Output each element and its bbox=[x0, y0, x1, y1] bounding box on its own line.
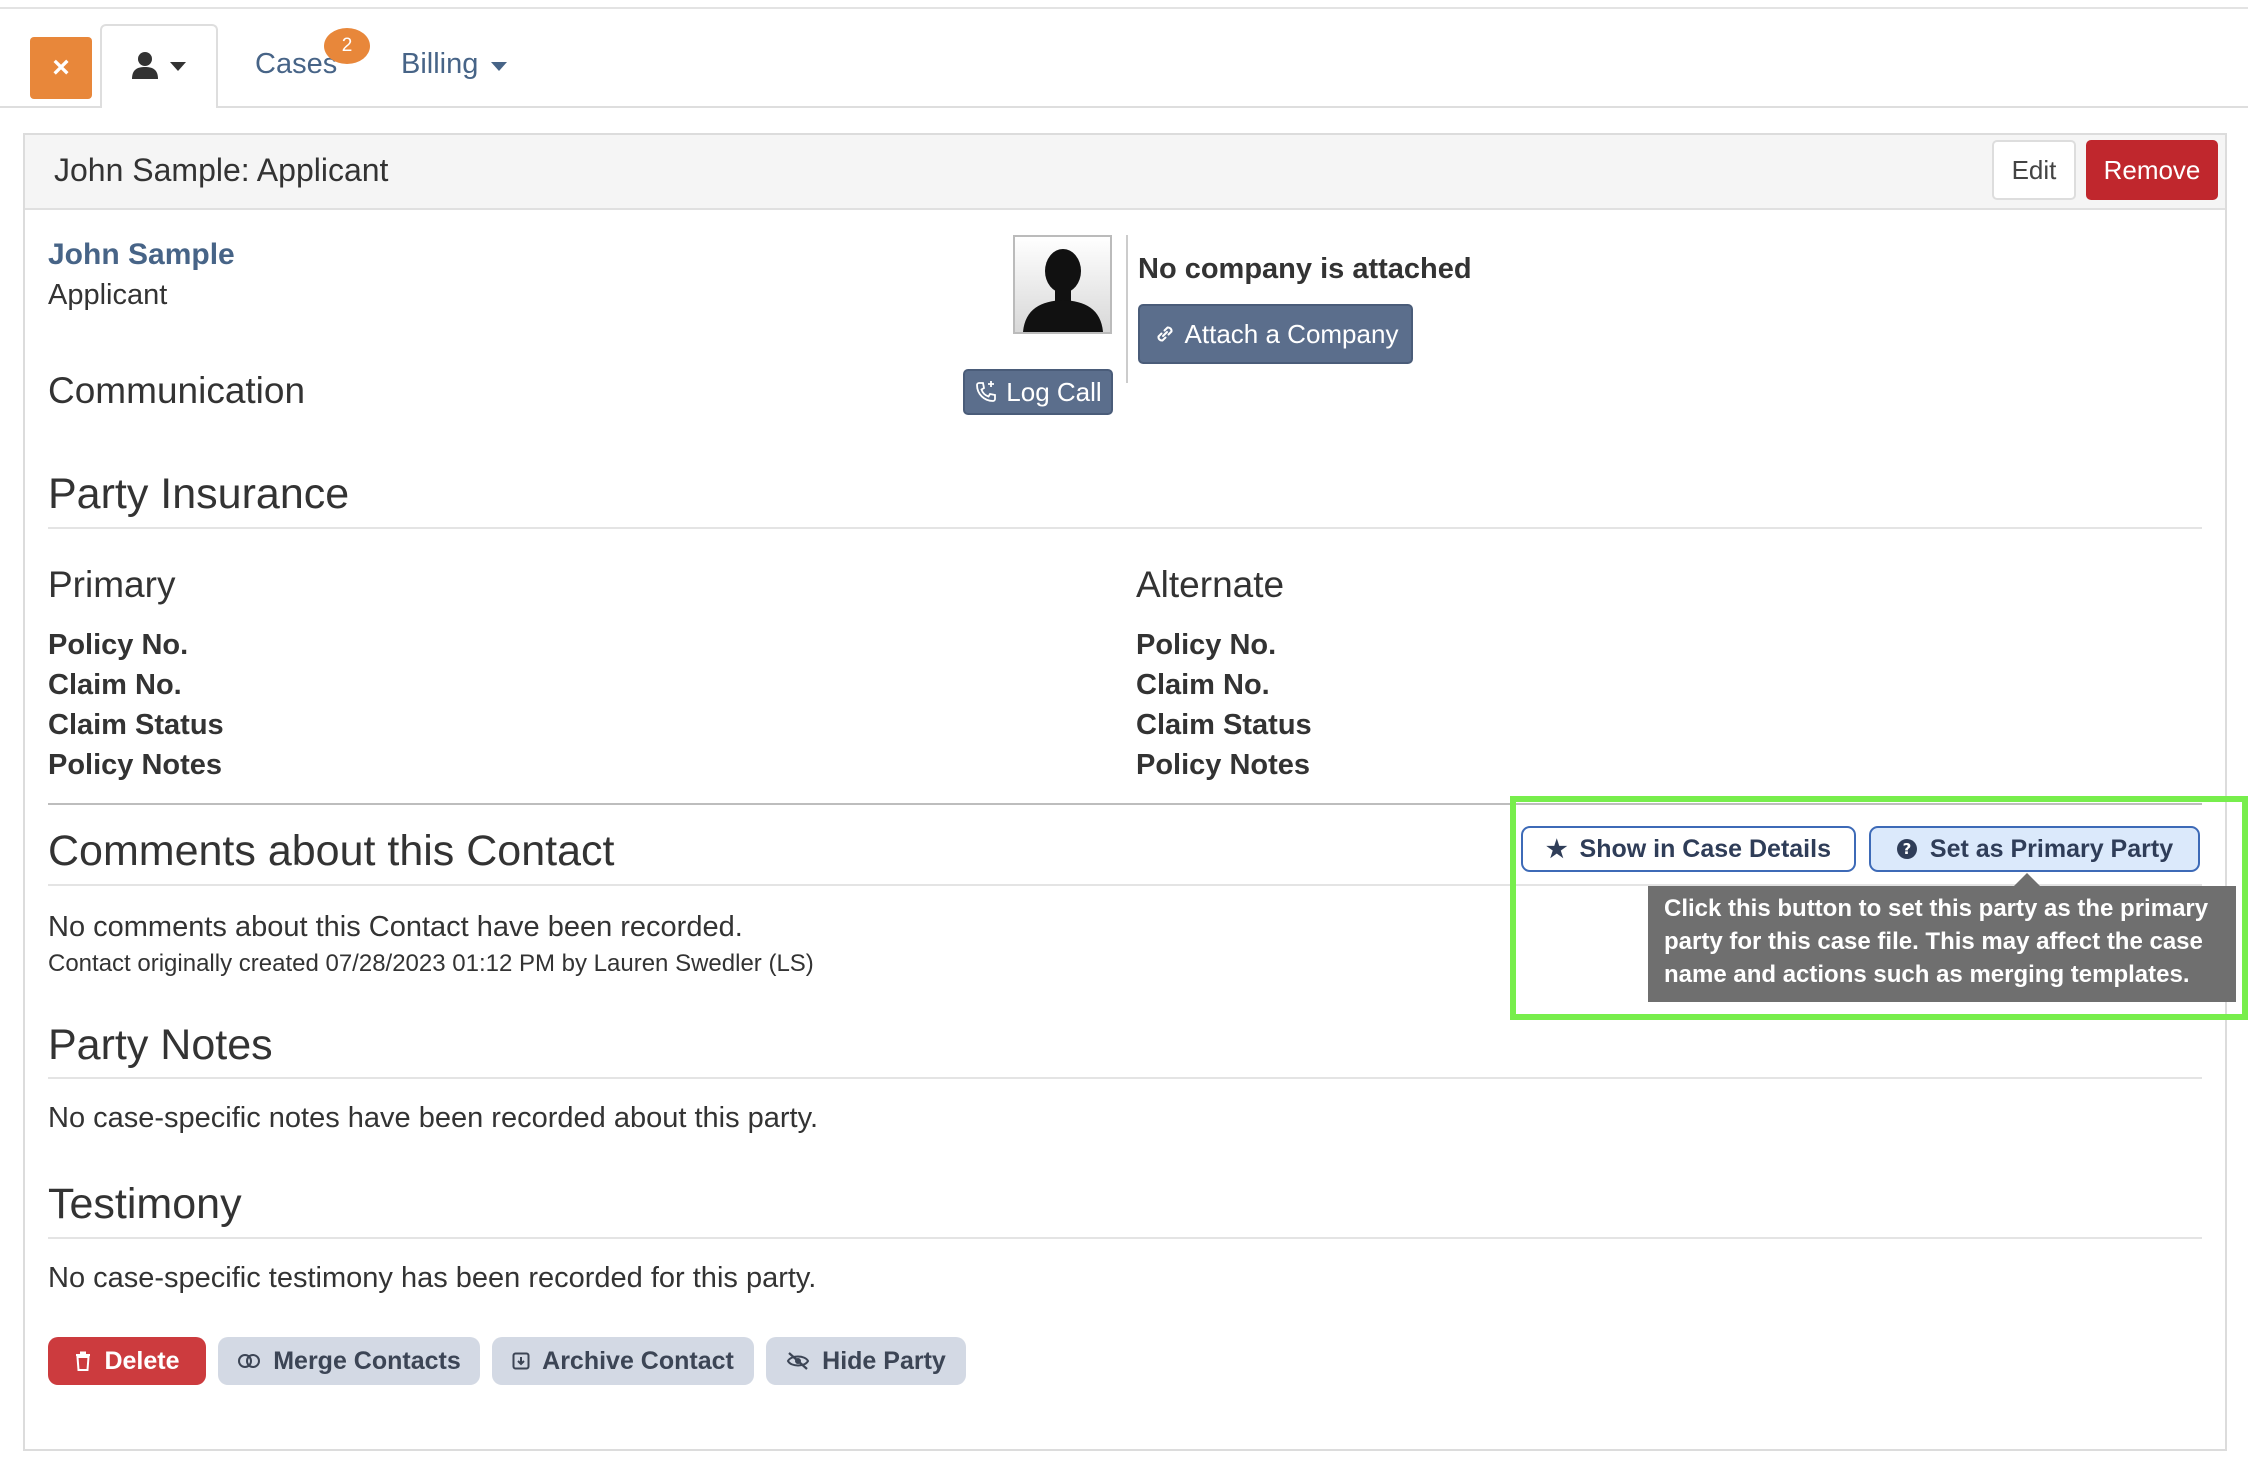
archive-icon bbox=[512, 1352, 530, 1370]
star-icon: ★ bbox=[1546, 835, 1568, 863]
contact-name-link[interactable]: John Sample bbox=[48, 238, 235, 272]
set-primary-tooltip: Click this button to set this party as t… bbox=[1648, 886, 2236, 1002]
testimony-empty-text: No case-specific testimony has been reco… bbox=[48, 1262, 817, 1294]
trash-icon bbox=[76, 1351, 91, 1371]
primary-claim-status-label: Claim Status bbox=[48, 709, 224, 741]
testimony-rule bbox=[48, 1237, 2202, 1239]
top-border bbox=[0, 7, 2248, 9]
primary-policy-notes-label: Policy Notes bbox=[48, 749, 223, 781]
tooltip-arrow bbox=[2014, 873, 2040, 886]
contact-created-text: Contact originally created 07/28/2023 01… bbox=[48, 950, 814, 977]
attach-company-label: Attach a Company bbox=[1184, 318, 1399, 349]
communication-heading: Communication bbox=[48, 370, 306, 411]
party-notes-rule bbox=[48, 1077, 2202, 1079]
panel-title: John Sample: Applicant bbox=[54, 152, 389, 188]
tab-billing[interactable]: Billing bbox=[401, 48, 478, 81]
eye-slash-icon bbox=[787, 1352, 810, 1370]
tab-bar-divider bbox=[0, 106, 2248, 108]
archive-contact-label: Archive Contact bbox=[542, 1346, 734, 1375]
show-in-case-details-label: Show in Case Details bbox=[1579, 834, 1831, 863]
cases-count-badge: 2 bbox=[324, 28, 370, 64]
alternate-heading: Alternate bbox=[1136, 564, 1285, 605]
close-icon: × bbox=[52, 51, 70, 84]
avatar[interactable] bbox=[1013, 235, 1112, 334]
chevron-down-icon bbox=[170, 62, 186, 71]
primary-claim-no-label: Claim No. bbox=[48, 669, 182, 701]
delete-button[interactable]: Delete bbox=[48, 1337, 206, 1385]
svg-text:?: ? bbox=[1903, 840, 1912, 858]
delete-label: Delete bbox=[104, 1346, 180, 1375]
company-status: No company is attached bbox=[1138, 253, 1472, 285]
primary-policy-no-label: Policy No. bbox=[48, 629, 189, 661]
comments-empty-text: No comments about this Contact have been… bbox=[48, 911, 743, 943]
alternate-claim-no-label: Claim No. bbox=[1136, 669, 1270, 701]
edit-button[interactable]: Edit bbox=[1992, 140, 2076, 200]
party-notes-empty-text: No case-specific notes have been recorde… bbox=[48, 1102, 819, 1134]
alternate-policy-notes-label: Policy Notes bbox=[1136, 749, 1311, 781]
party-panel bbox=[23, 133, 2227, 1451]
phone-log-icon bbox=[976, 381, 997, 402]
show-in-case-details-button[interactable]: ★ Show in Case Details bbox=[1521, 826, 1856, 872]
tab-person[interactable] bbox=[100, 24, 218, 108]
log-call-label: Log Call bbox=[1006, 376, 1102, 407]
question-circle-icon: ? bbox=[1896, 839, 1917, 859]
set-primary-party-label: Set as Primary Party bbox=[1929, 834, 2174, 863]
log-call-button[interactable]: Log Call bbox=[963, 369, 1113, 415]
party-notes-heading: Party Notes bbox=[48, 1021, 273, 1069]
remove-button[interactable]: Remove bbox=[2086, 140, 2218, 200]
alternate-claim-status-label: Claim Status bbox=[1136, 709, 1312, 741]
party-insurance-heading: Party Insurance bbox=[48, 470, 350, 518]
alternate-policy-no-label: Policy No. bbox=[1136, 629, 1277, 661]
attach-company-button[interactable]: Attach a Company bbox=[1138, 304, 1413, 364]
user-icon bbox=[132, 52, 158, 79]
comments-heading: Comments about this Contact bbox=[48, 827, 615, 875]
hide-party-button[interactable]: Hide Party bbox=[766, 1337, 966, 1385]
primary-heading: Primary bbox=[48, 564, 176, 605]
close-button[interactable]: × bbox=[30, 37, 92, 99]
merge-contacts-label: Merge Contacts bbox=[273, 1346, 461, 1375]
header-divider bbox=[1126, 235, 1128, 383]
set-primary-party-button[interactable]: ? Set as Primary Party bbox=[1869, 826, 2200, 872]
hide-party-label: Hide Party bbox=[822, 1346, 946, 1375]
archive-contact-button[interactable]: Archive Contact bbox=[492, 1337, 754, 1385]
testimony-heading: Testimony bbox=[48, 1180, 242, 1228]
avatar-silhouette-icon bbox=[1015, 237, 1110, 332]
party-insurance-rule bbox=[48, 527, 2202, 529]
contact-role: Applicant bbox=[48, 279, 168, 311]
link-icon bbox=[1157, 326, 1173, 342]
merge-contacts-button[interactable]: Merge Contacts bbox=[218, 1337, 480, 1385]
merge-icon bbox=[238, 1354, 261, 1368]
billing-chevron-down-icon[interactable] bbox=[491, 62, 507, 71]
